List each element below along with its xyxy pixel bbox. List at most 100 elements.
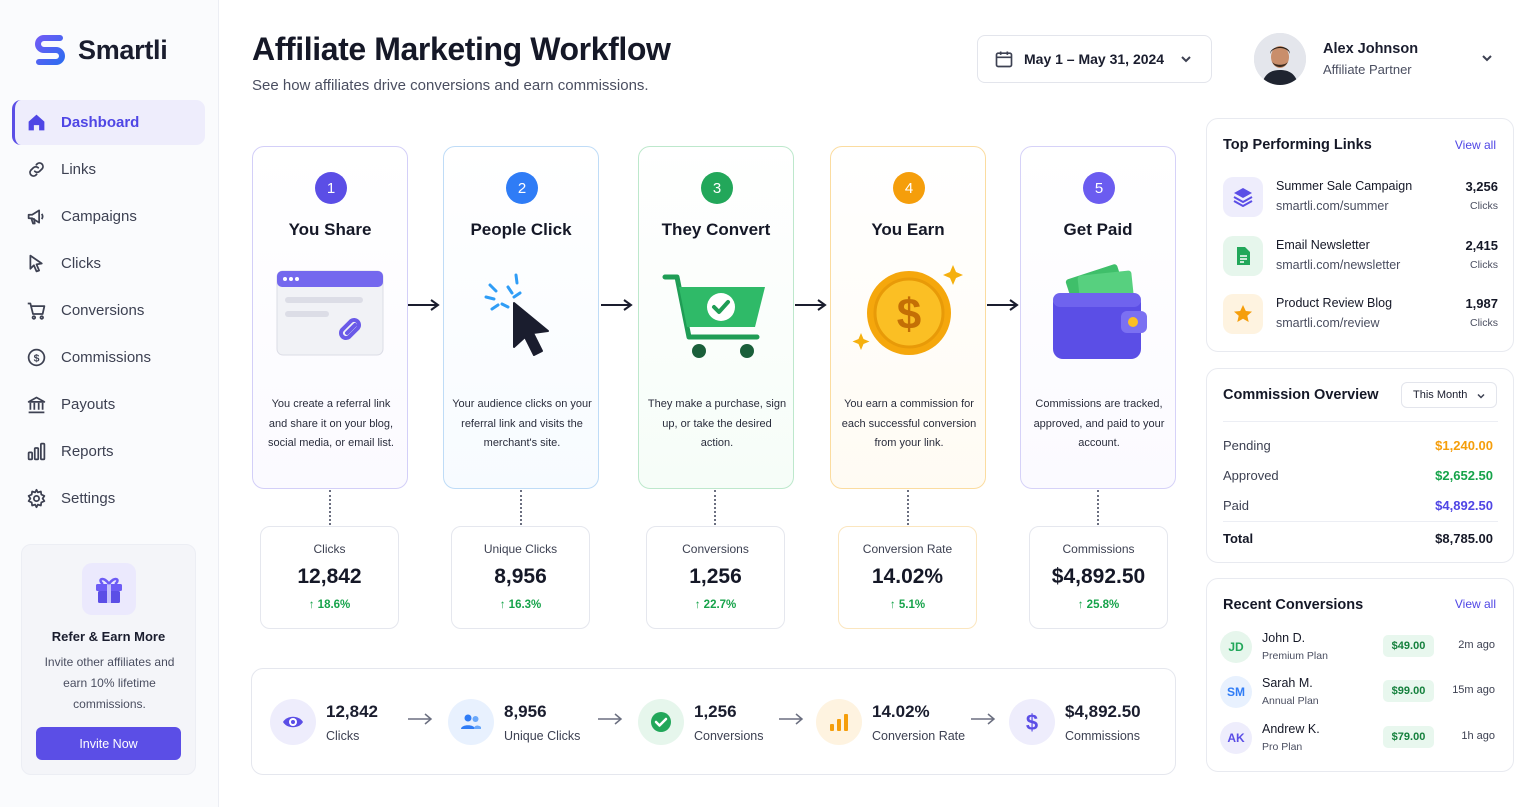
pointer-click-icon bbox=[484, 273, 549, 356]
commission-overview-panel: Commission Overview This Month Pending $… bbox=[1206, 368, 1514, 563]
bar-chart-icon bbox=[27, 442, 46, 461]
sidebar-item-clicks[interactable]: Clicks bbox=[12, 241, 205, 286]
sidebar-nav: Dashboard Links Campaigns Clicks Convers… bbox=[12, 100, 205, 523]
step-description: Commissions are tracked, approved, and p… bbox=[1033, 398, 1165, 449]
chevron-down-icon bbox=[1482, 55, 1492, 62]
conversion-row[interactable]: SM Sarah M. Annual Plan $99.00 15m ago bbox=[1220, 674, 1500, 714]
stat-change: ↑ 18.6% bbox=[308, 599, 351, 611]
conversion-amount: $79.00 bbox=[1383, 726, 1434, 748]
sidebar-item-conversions[interactable]: Conversions bbox=[12, 288, 205, 333]
workflow-step-get-paid: 5 Get Paid Commissions are tracked, appr… bbox=[1020, 146, 1176, 489]
commission-total-label: Total bbox=[1223, 531, 1254, 546]
stat-value: 1,256 bbox=[689, 565, 742, 588]
arrow-right-icon bbox=[408, 299, 440, 311]
step-description: They make a purchase, sign up, or take t… bbox=[647, 398, 787, 449]
bank-icon bbox=[27, 396, 46, 414]
step-number: 2 bbox=[506, 172, 538, 204]
stat-card-commissions: Commissions $4,892.50 ↑ 25.8% bbox=[1029, 526, 1168, 629]
users-icon bbox=[448, 699, 494, 745]
step-title: Get Paid bbox=[1063, 220, 1133, 239]
sidebar-item-commissions[interactable]: $ Commissions bbox=[12, 335, 205, 380]
period-dropdown[interactable]: This Month bbox=[1401, 382, 1497, 408]
stat-change: ↑ 5.1% bbox=[889, 599, 926, 611]
top-link-row[interactable]: Product Review Blog smartli.com/review 1… bbox=[1223, 292, 1498, 340]
connector-line bbox=[907, 490, 909, 525]
sidebar-item-label: Settings bbox=[61, 490, 116, 507]
summary-label: Unique Clicks bbox=[504, 729, 581, 743]
sidebar-item-label: Clicks bbox=[61, 255, 101, 272]
view-all-link[interactable]: View all bbox=[1455, 138, 1496, 152]
recent-conversions-panel: Recent Conversions View all JD John D. P… bbox=[1206, 578, 1514, 772]
conversion-time: 1h ago bbox=[1461, 730, 1495, 742]
customer-plan: Premium Plan bbox=[1262, 650, 1328, 662]
sidebar-item-payouts[interactable]: Payouts bbox=[12, 382, 205, 427]
period-dropdown-value: This Month bbox=[1413, 389, 1468, 401]
sidebar-item-label: Reports bbox=[61, 443, 114, 460]
sidebar-item-label: Conversions bbox=[61, 302, 145, 319]
conversion-amount: $49.00 bbox=[1383, 635, 1434, 657]
document-icon bbox=[1223, 236, 1263, 276]
sidebar-item-dashboard[interactable]: Dashboard bbox=[12, 100, 205, 145]
stat-label: Unique Clicks bbox=[483, 542, 558, 556]
bar-chart-icon bbox=[816, 699, 862, 745]
layers-icon bbox=[1223, 177, 1263, 217]
arrow-right-icon bbox=[408, 713, 433, 725]
promo-text: Invite other affiliates and earn 10% lif… bbox=[44, 655, 175, 711]
link-name: Summer Sale Campaign bbox=[1276, 179, 1413, 193]
link-icon bbox=[29, 162, 44, 177]
top-link-row[interactable]: Summer Sale Campaign smartli.com/summer … bbox=[1223, 175, 1498, 223]
page-title: Affiliate Marketing Workflow bbox=[252, 31, 671, 67]
conversion-row[interactable]: AK Andrew K. Pro Plan $79.00 1h ago bbox=[1220, 720, 1500, 760]
sidebar-item-label: Commissions bbox=[61, 349, 152, 366]
logo[interactable]: Smartli bbox=[32, 32, 168, 68]
commission-value: $2,652.50 bbox=[1435, 468, 1493, 483]
panel-title: Recent Conversions bbox=[1223, 597, 1364, 613]
arrow-right-icon bbox=[987, 299, 1019, 311]
arrow-right-icon bbox=[598, 713, 623, 725]
arrow-right-icon bbox=[795, 299, 827, 311]
step-number: 5 bbox=[1083, 172, 1115, 204]
dollar-circle-icon: $ bbox=[27, 348, 46, 367]
megaphone-icon bbox=[27, 209, 44, 225]
sidebar-item-links[interactable]: Links bbox=[12, 147, 205, 192]
stat-change: ↑ 25.8% bbox=[1077, 599, 1120, 611]
user-menu[interactable]: Alex Johnson Affiliate Partner bbox=[1254, 33, 1514, 85]
panel-title: Top Performing Links bbox=[1223, 137, 1372, 153]
referral-promo-card: Refer & Earn More Invite other affiliate… bbox=[21, 544, 196, 775]
stat-label: Clicks bbox=[313, 542, 346, 556]
stat-card-conversion-rate: Conversion Rate 14.02% ↑ 5.1% bbox=[838, 526, 977, 629]
conversion-time: 2m ago bbox=[1458, 639, 1495, 651]
dollar-icon: $ bbox=[1009, 699, 1055, 745]
sidebar-item-reports[interactable]: Reports bbox=[12, 429, 205, 474]
svg-text:$: $ bbox=[1026, 710, 1038, 734]
conversion-row[interactable]: JD John D. Premium Plan $49.00 2m ago bbox=[1220, 629, 1500, 669]
top-link-row[interactable]: Email Newsletter smartli.com/newsletter … bbox=[1223, 234, 1498, 282]
customer-plan: Annual Plan bbox=[1262, 695, 1319, 707]
stat-value: 8,956 bbox=[494, 565, 547, 588]
sidebar-item-campaigns[interactable]: Campaigns bbox=[12, 194, 205, 239]
avatar: JD bbox=[1220, 631, 1252, 663]
link-click-count: 3,256 bbox=[1465, 179, 1498, 194]
avatar: AK bbox=[1220, 722, 1252, 754]
workflow-step-earn: 4 You Earn $ You earn a commission for e… bbox=[830, 146, 986, 489]
page-subtitle: See how affiliates drive conversions and… bbox=[252, 77, 649, 94]
link-clicks-label: Clicks bbox=[1470, 259, 1498, 271]
stat-change: ↑ 16.3% bbox=[499, 599, 542, 611]
calendar-icon bbox=[995, 51, 1013, 68]
invite-now-button[interactable]: Invite Now bbox=[36, 727, 181, 760]
sidebar-item-settings[interactable]: Settings bbox=[12, 476, 205, 521]
summary-value: 8,956 bbox=[504, 702, 547, 721]
sidebar-item-label: Campaigns bbox=[61, 208, 137, 225]
customer-name: Andrew K. bbox=[1262, 722, 1320, 736]
view-all-link[interactable]: View all bbox=[1455, 597, 1496, 611]
customer-name: Sarah M. bbox=[1262, 676, 1313, 690]
date-range-picker[interactable]: May 1 – May 31, 2024 bbox=[977, 35, 1212, 83]
chevron-down-icon bbox=[1477, 393, 1485, 399]
arrow-right-icon bbox=[779, 713, 804, 725]
workflow-step-share: 1 You Share You create a referral link a… bbox=[252, 146, 408, 489]
sidebar: Smartli Dashboard Links Campaigns Clicks… bbox=[0, 0, 219, 807]
cart-icon bbox=[27, 302, 46, 320]
app-name: Smartli bbox=[78, 34, 168, 65]
svg-text:$: $ bbox=[897, 290, 921, 339]
user-name: Alex Johnson bbox=[1323, 41, 1419, 57]
